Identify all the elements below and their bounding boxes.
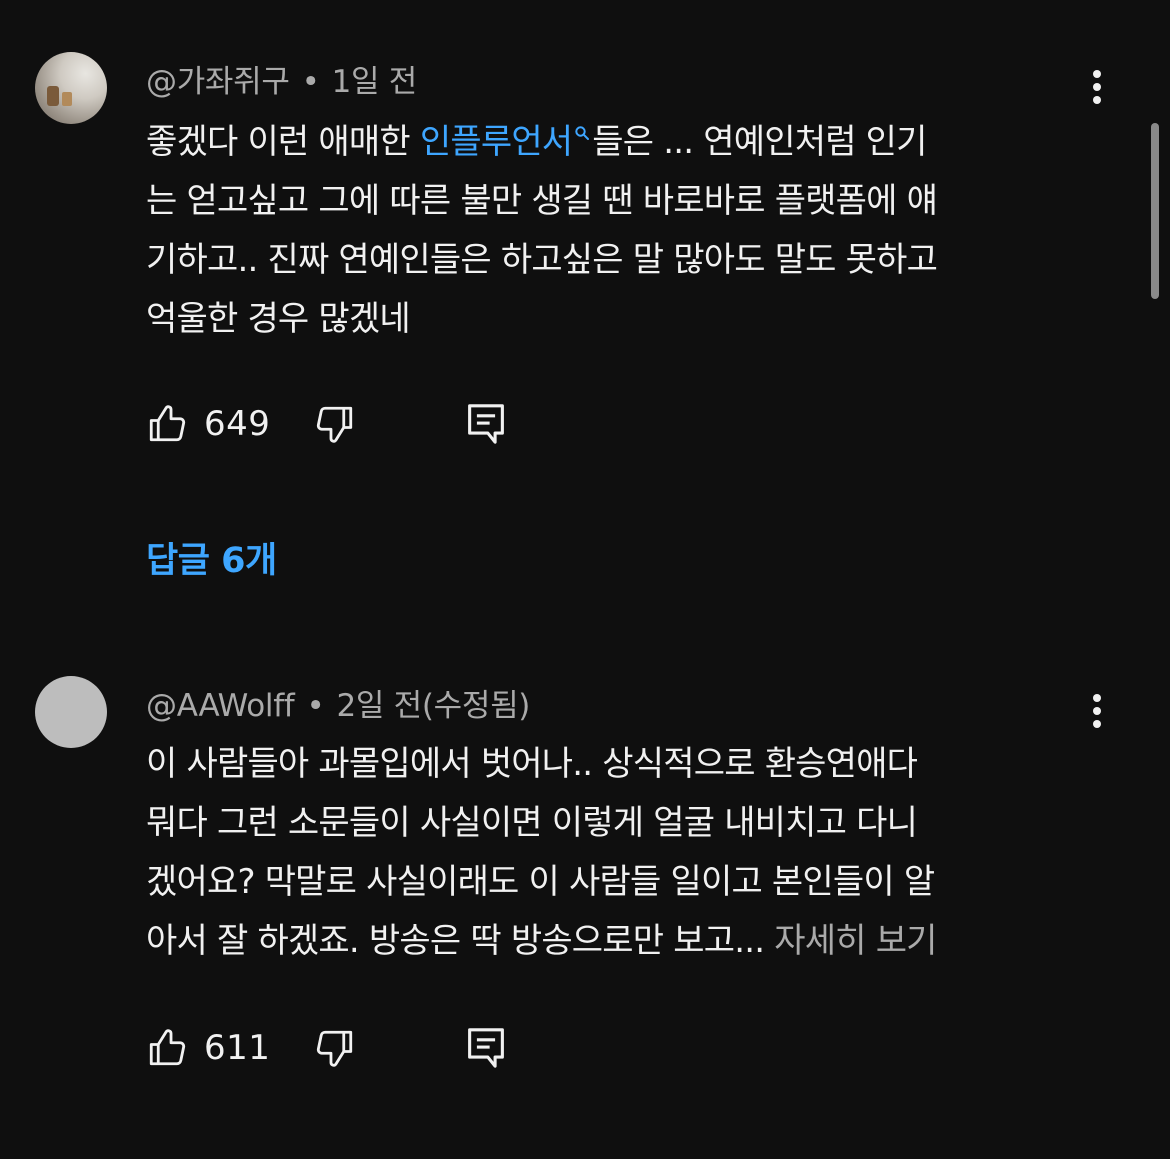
comment-body: 이 사람들아 과몰입에서 벗어나.. 상식적으로 환승연애다 뭐다 그런 소문들… <box>146 735 1096 971</box>
view-replies-link[interactable]: 답글 6개 <box>146 532 277 583</box>
like-button[interactable]: 649 <box>146 400 270 448</box>
comment-line: 억울한 경우 많겠네 <box>146 299 411 339</box>
dislike-button[interactable] <box>314 400 356 448</box>
thumbs-down-icon <box>316 1030 353 1067</box>
comment-time: 1일 전 <box>331 64 418 100</box>
author-name[interactable]: @AAWolff <box>146 688 295 724</box>
thumbs-down-icon <box>316 406 353 443</box>
comment-meta: @가좌쥐구 • 1일 전 <box>146 56 417 101</box>
scrollbar[interactable] <box>1151 123 1159 299</box>
search-icon <box>575 125 590 140</box>
reply-button[interactable] <box>466 400 506 448</box>
thumbs-up-icon <box>149 1029 186 1066</box>
comment-line: 겠어요? 막말로 사실이래도 이 사람들 일이고 본인들이 알 <box>146 862 935 902</box>
like-count: 649 <box>204 404 271 444</box>
user-avatar[interactable] <box>35 676 107 748</box>
read-more-link[interactable]: 자세히 보기 <box>774 921 937 961</box>
comment-line: 좋겠다 이런 애매한 인플루언서 들은 ... 연예인처럼 인기 <box>146 122 927 162</box>
reply-button[interactable] <box>466 1024 506 1072</box>
user-avatar[interactable] <box>35 52 107 124</box>
meta-separator: • <box>301 64 320 100</box>
comment-line: 는 얻고싶고 그에 따른 불만 생길 땐 바로바로 플랫폼에 얘 <box>146 181 938 221</box>
comment-time: 2일 전(수정됨) <box>336 688 531 724</box>
author-name[interactable]: @가좌쥐구 <box>146 64 290 100</box>
comment-line: 뭐다 그런 소문들이 사실이면 이렇게 얼굴 내비치고 다니 <box>146 803 918 843</box>
more-options-icon[interactable] <box>1085 692 1109 732</box>
more-options-icon[interactable] <box>1085 68 1109 108</box>
comment-line: 이 사람들아 과몰입에서 벗어나.. 상식적으로 환승연애다 <box>146 744 918 784</box>
meta-separator: • <box>306 688 325 724</box>
comment-body: 좋겠다 이런 애매한 인플루언서 들은 ... 연예인처럼 인기 는 얻고싶고 그… <box>146 113 1096 349</box>
hashtag-link[interactable]: 인플루언서 <box>420 122 592 162</box>
thumbs-up-icon <box>149 405 186 442</box>
like-count: 611 <box>204 1028 271 1068</box>
avatar-figure-small <box>62 92 72 106</box>
like-button[interactable]: 611 <box>146 1024 270 1072</box>
comment-line: 기하고.. 진짜 연예인들은 하고싶은 말 많아도 말도 못하고 <box>146 240 938 280</box>
comment-meta: @AAWolff • 2일 전(수정됨) <box>146 680 530 725</box>
reply-comment-icon <box>468 404 504 444</box>
dislike-button[interactable] <box>314 1024 356 1072</box>
reply-comment-icon <box>468 1028 504 1068</box>
avatar-figure <box>47 86 59 106</box>
comment-line: 아서 잘 하겠죠. 방송은 딱 방송으로만 보고... 자세히 보기 <box>146 921 937 961</box>
